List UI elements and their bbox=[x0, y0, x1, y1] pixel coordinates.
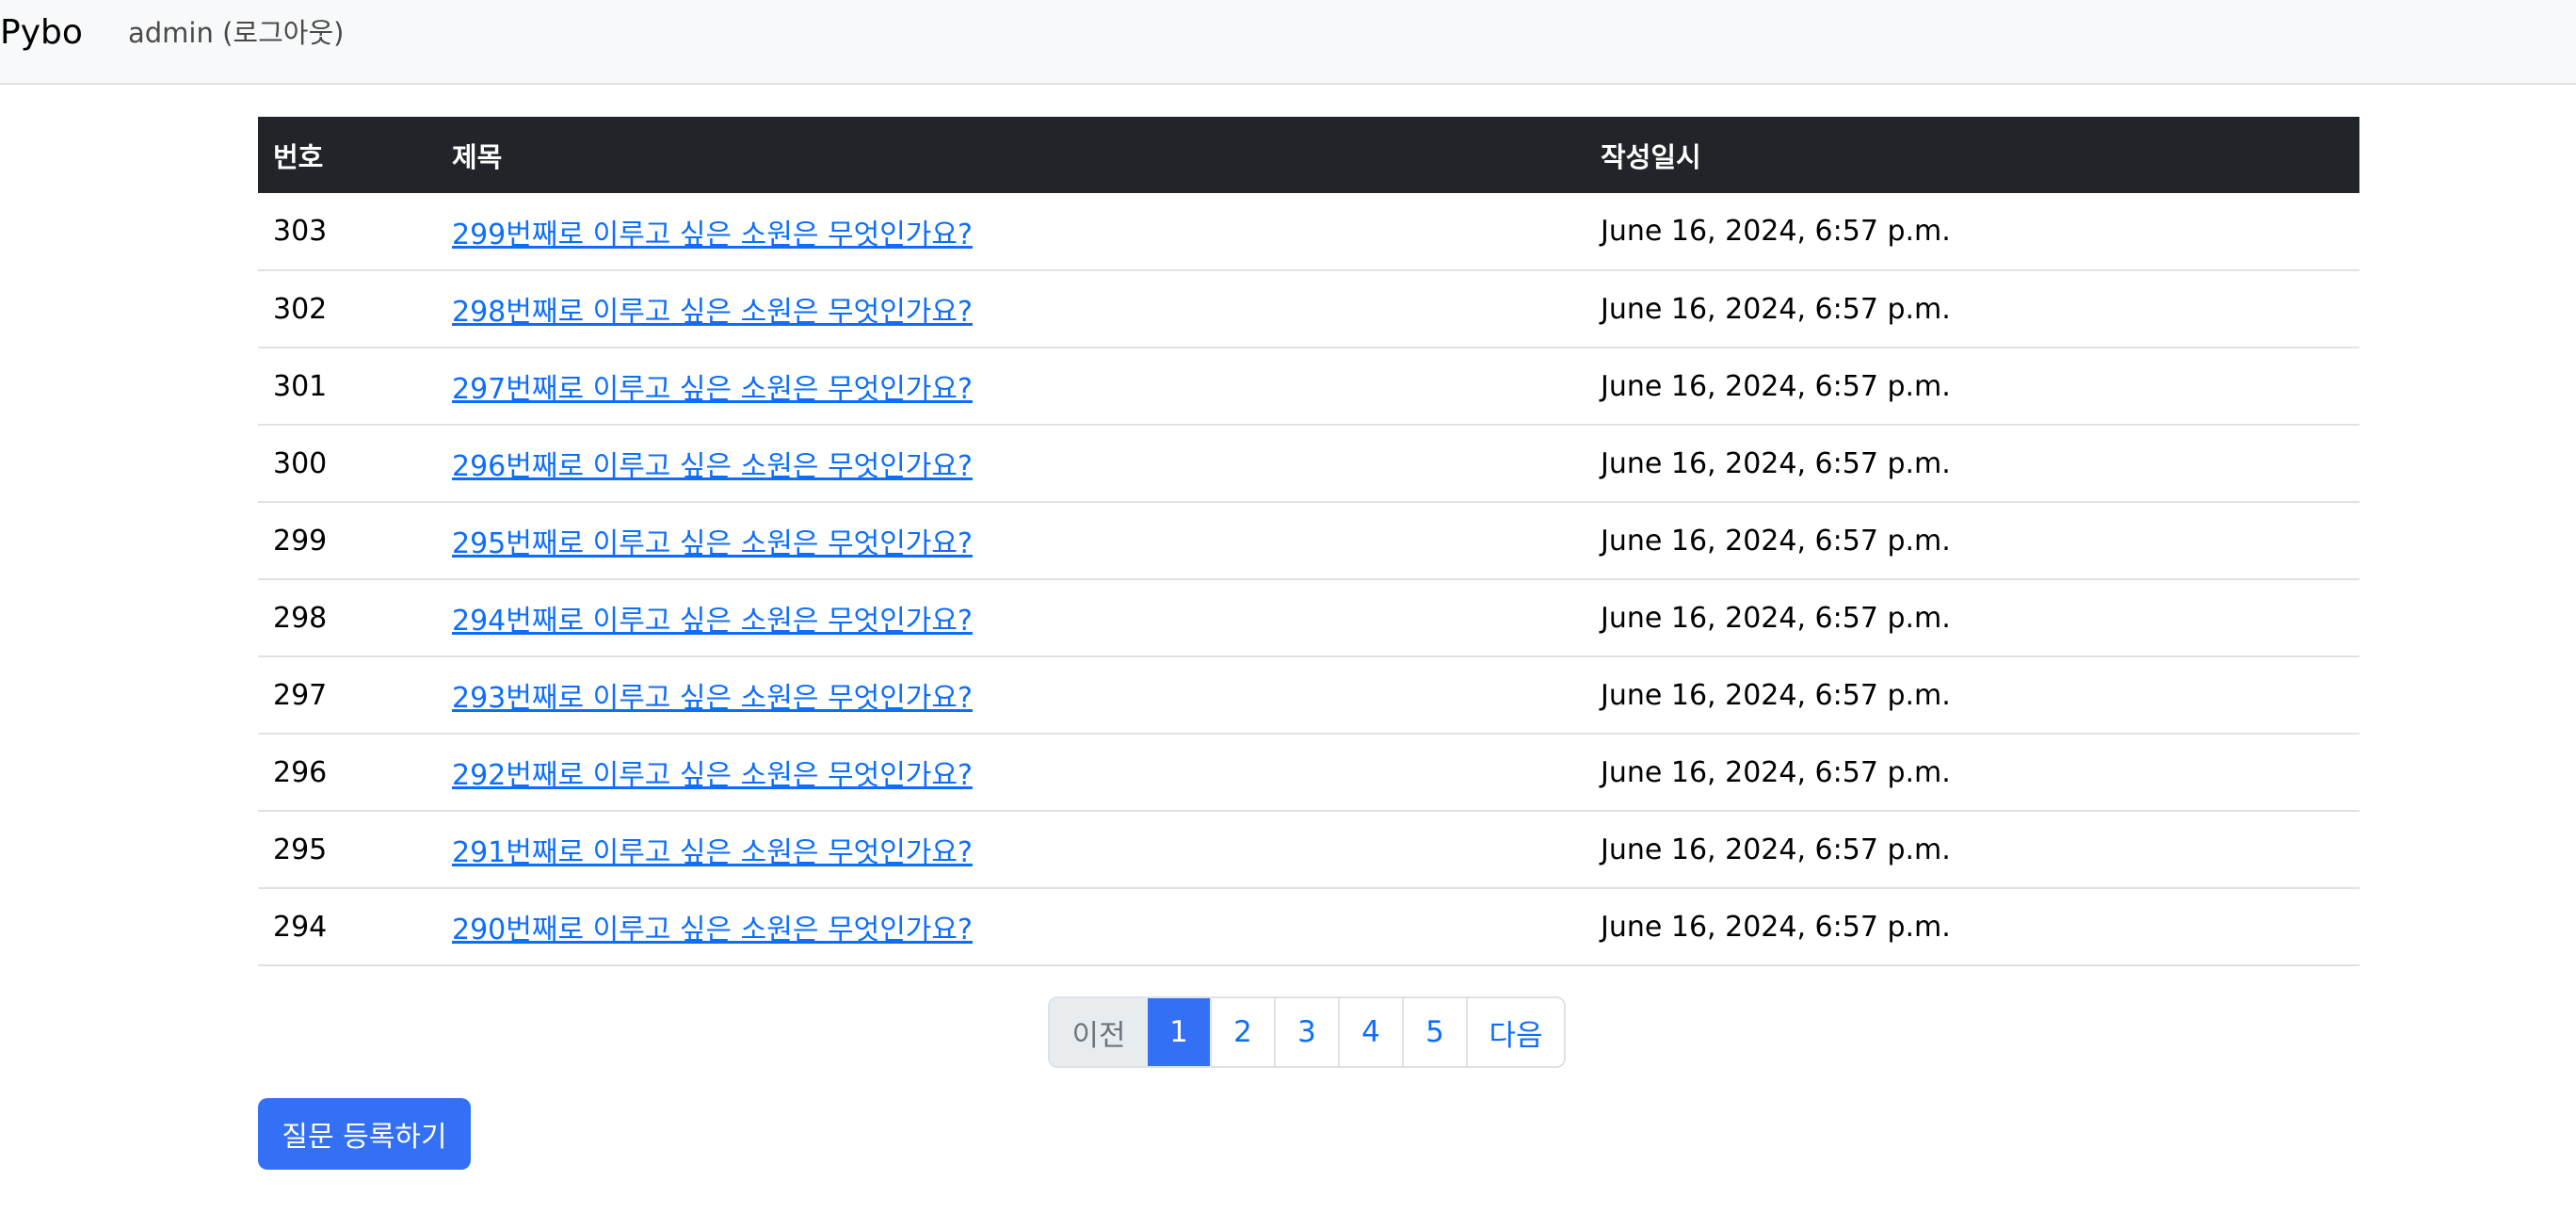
row-subject-cell: 290번째로 이루고 싶은 소원은 무엇인가요? bbox=[437, 888, 1586, 965]
row-created: June 16, 2024, 6:57 p.m. bbox=[1601, 755, 1951, 789]
table-row: 303 299번째로 이루고 싶은 소원은 무엇인가요? June 16, 20… bbox=[258, 193, 2359, 270]
question-link[interactable]: 295번째로 이루고 싶은 소원은 무엇인가요? bbox=[452, 527, 973, 560]
row-number: 295 bbox=[273, 833, 328, 866]
pagination-prev[interactable]: 이전 bbox=[1050, 998, 1148, 1066]
row-created: June 16, 2024, 6:57 p.m. bbox=[1601, 446, 1951, 480]
row-subject-cell: 298번째로 이루고 싶은 소원은 무엇인가요? bbox=[437, 270, 1586, 348]
navbar: Pybo admin (로그아웃) bbox=[0, 0, 2576, 85]
create-question-button[interactable]: 질문 등록하기 bbox=[258, 1098, 471, 1170]
question-list-container: 번호 제목 작성일시 303 299번째로 이루고 싶은 소원은 무엇인가요? … bbox=[258, 117, 2359, 966]
header-created: 작성일시 bbox=[1601, 140, 1701, 173]
pagination: 이전 1 2 3 4 5 다음 bbox=[1048, 996, 1566, 1068]
question-link[interactable]: 294번째로 이루고 싶은 소원은 무엇인가요? bbox=[452, 605, 973, 638]
row-created: June 16, 2024, 6:57 p.m. bbox=[1601, 678, 1951, 712]
table-header-row: 번호 제목 작성일시 bbox=[258, 117, 2359, 193]
row-number: 298 bbox=[273, 601, 328, 635]
row-number: 300 bbox=[273, 446, 328, 480]
table-row: 297 293번째로 이루고 싶은 소원은 무엇인가요? June 16, 20… bbox=[258, 656, 2359, 734]
table-row: 296 292번째로 이루고 싶은 소원은 무엇인가요? June 16, 20… bbox=[258, 734, 2359, 811]
question-link[interactable]: 299번째로 이루고 싶은 소원은 무엇인가요? bbox=[452, 218, 973, 251]
table-header: 번호 제목 작성일시 bbox=[258, 117, 2359, 193]
question-link[interactable]: 291번째로 이루고 싶은 소원은 무엇인가요? bbox=[452, 836, 973, 869]
table-row: 301 297번째로 이루고 싶은 소원은 무엇인가요? June 16, 20… bbox=[258, 348, 2359, 425]
table-row: 294 290번째로 이루고 싶은 소원은 무엇인가요? June 16, 20… bbox=[258, 888, 2359, 965]
table-row: 300 296번째로 이루고 싶은 소원은 무엇인가요? June 16, 20… bbox=[258, 425, 2359, 502]
question-link[interactable]: 290번째로 이루고 싶은 소원은 무엇인가요? bbox=[452, 914, 973, 946]
row-subject-cell: 295번째로 이루고 싶은 소원은 무엇인가요? bbox=[437, 502, 1586, 579]
question-link[interactable]: 298번째로 이루고 싶은 소원은 무엇인가요? bbox=[452, 296, 973, 329]
row-subject-cell: 297번째로 이루고 싶은 소원은 무엇인가요? bbox=[437, 348, 1586, 425]
table-row: 299 295번째로 이루고 싶은 소원은 무엇인가요? June 16, 20… bbox=[258, 502, 2359, 579]
pagination-page-1[interactable]: 1 bbox=[1148, 998, 1210, 1066]
question-link[interactable]: 297번째로 이루고 싶은 소원은 무엇인가요? bbox=[452, 373, 973, 406]
row-number: 299 bbox=[273, 524, 328, 558]
pagination-page-2[interactable]: 2 bbox=[1210, 998, 1274, 1066]
question-table: 번호 제목 작성일시 303 299번째로 이루고 싶은 소원은 무엇인가요? … bbox=[258, 117, 2359, 966]
logout-link[interactable]: admin (로그아웃) bbox=[128, 13, 344, 53]
row-number: 296 bbox=[273, 755, 328, 789]
question-link[interactable]: 292번째로 이루고 싶은 소원은 무엇인가요? bbox=[452, 759, 973, 792]
table-row: 298 294번째로 이루고 싶은 소원은 무엇인가요? June 16, 20… bbox=[258, 579, 2359, 656]
table-row: 295 291번째로 이루고 싶은 소원은 무엇인가요? June 16, 20… bbox=[258, 811, 2359, 888]
row-number: 302 bbox=[273, 292, 328, 326]
row-subject-cell: 292번째로 이루고 싶은 소원은 무엇인가요? bbox=[437, 734, 1586, 811]
row-number: 301 bbox=[273, 369, 328, 403]
row-number: 303 bbox=[273, 215, 328, 248]
row-created: June 16, 2024, 6:57 p.m. bbox=[1601, 215, 1951, 248]
row-subject-cell: 291번째로 이루고 싶은 소원은 무엇인가요? bbox=[437, 811, 1586, 888]
row-subject-cell: 299번째로 이루고 싶은 소원은 무엇인가요? bbox=[437, 193, 1586, 270]
row-number: 297 bbox=[273, 678, 328, 712]
question-link[interactable]: 296번째로 이루고 싶은 소원은 무엇인가요? bbox=[452, 450, 973, 483]
row-created: June 16, 2024, 6:57 p.m. bbox=[1601, 601, 1951, 635]
row-created: June 16, 2024, 6:57 p.m. bbox=[1601, 292, 1951, 326]
table-body: 303 299번째로 이루고 싶은 소원은 무엇인가요? June 16, 20… bbox=[258, 193, 2359, 965]
row-subject-cell: 294번째로 이루고 싶은 소원은 무엇인가요? bbox=[437, 579, 1586, 656]
row-subject-cell: 296번째로 이루고 싶은 소원은 무엇인가요? bbox=[437, 425, 1586, 502]
row-subject-cell: 293번째로 이루고 싶은 소원은 무엇인가요? bbox=[437, 656, 1586, 734]
header-subject: 제목 bbox=[452, 140, 503, 173]
pagination-page-5[interactable]: 5 bbox=[1402, 998, 1466, 1066]
row-number: 294 bbox=[273, 910, 328, 944]
brand-link[interactable]: Pybo bbox=[0, 9, 83, 57]
row-created: June 16, 2024, 6:57 p.m. bbox=[1601, 833, 1951, 866]
question-link[interactable]: 293번째로 이루고 싶은 소원은 무엇인가요? bbox=[452, 682, 973, 715]
row-created: June 16, 2024, 6:57 p.m. bbox=[1601, 524, 1951, 558]
pagination-page-4[interactable]: 4 bbox=[1338, 998, 1402, 1066]
row-created: June 16, 2024, 6:57 p.m. bbox=[1601, 910, 1951, 944]
row-created: June 16, 2024, 6:57 p.m. bbox=[1601, 369, 1951, 403]
pagination-next[interactable]: 다음 bbox=[1466, 998, 1564, 1066]
table-row: 302 298번째로 이루고 싶은 소원은 무엇인가요? June 16, 20… bbox=[258, 270, 2359, 348]
header-number: 번호 bbox=[273, 140, 324, 173]
pagination-page-3[interactable]: 3 bbox=[1274, 998, 1338, 1066]
